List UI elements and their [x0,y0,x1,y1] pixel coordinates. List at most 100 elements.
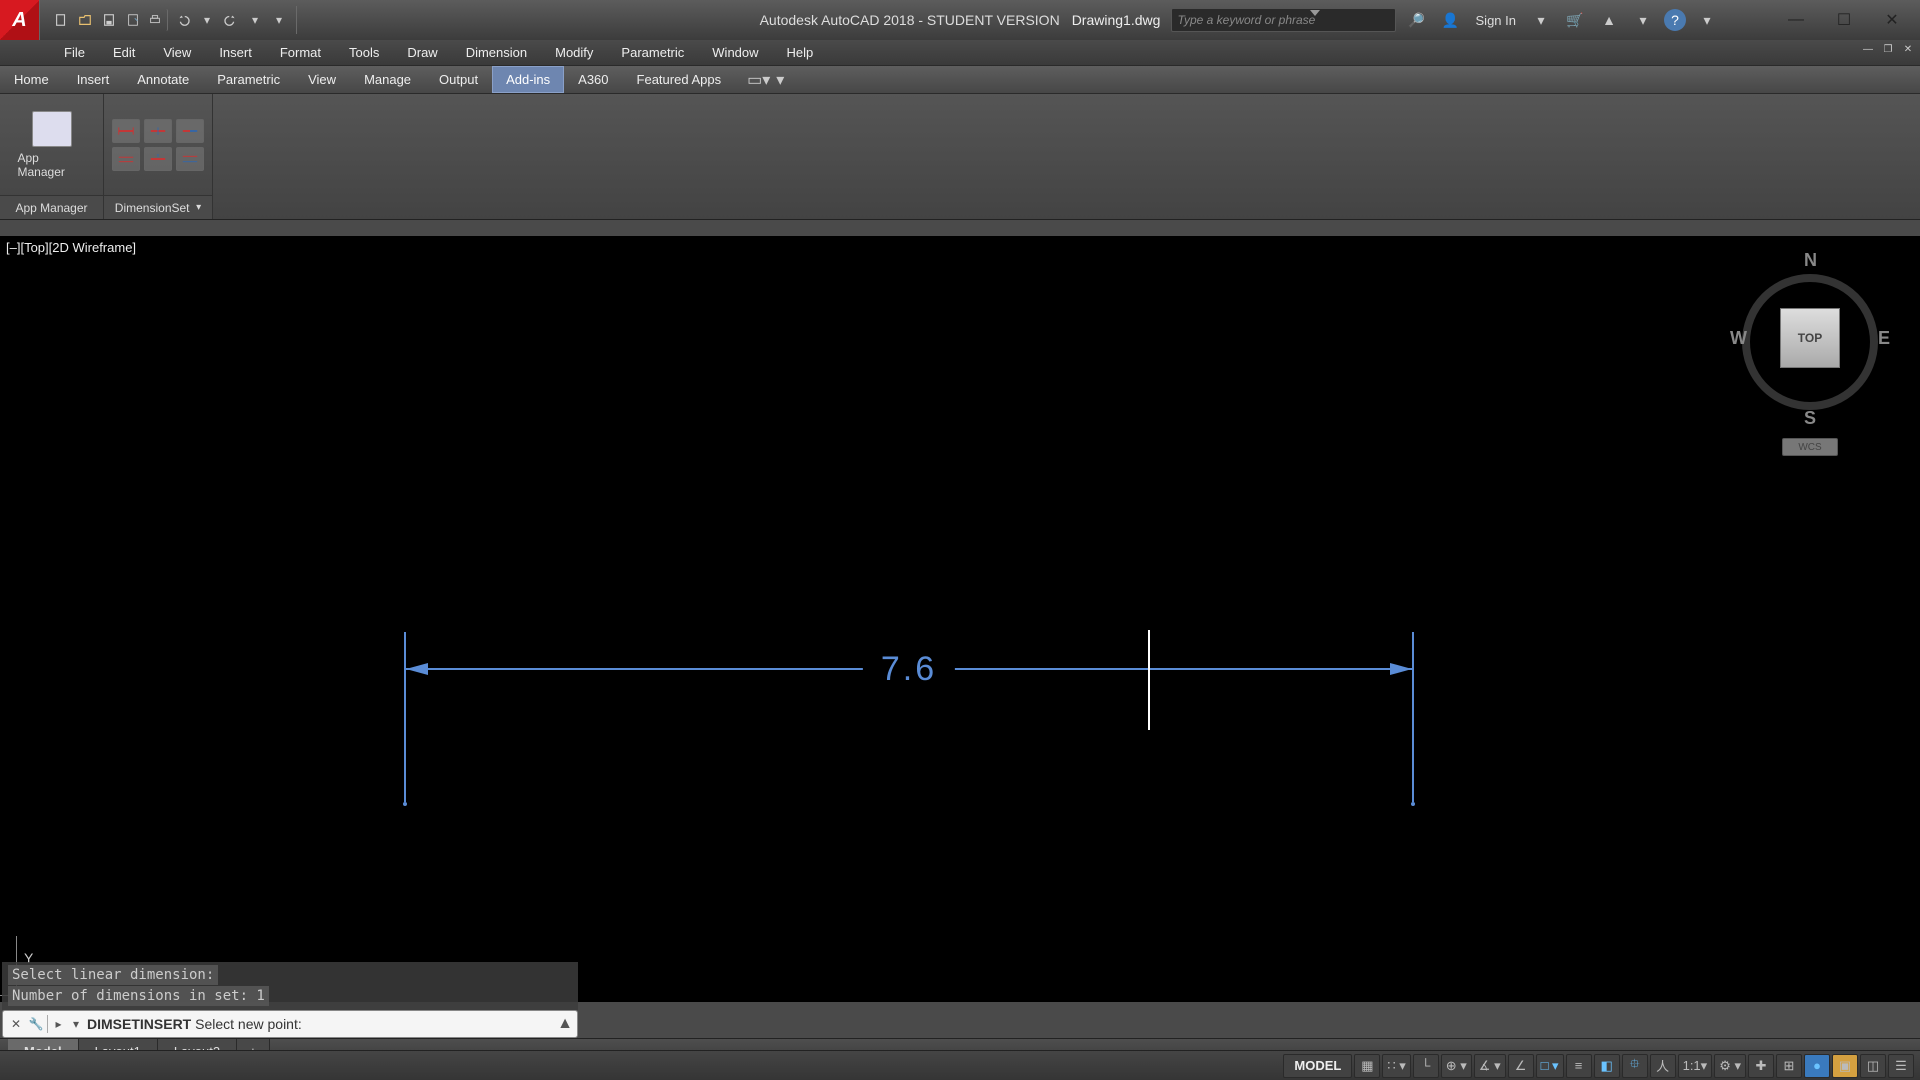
qat-saveas-icon[interactable] [122,9,144,31]
signin-dropdown[interactable]: ▾ [1528,8,1554,32]
dimset-btn-2[interactable] [144,119,172,143]
drawing-viewport[interactable]: [–][Top][2D Wireframe] 7.6 Y TOP N S W E… [0,236,1920,1002]
qat-customize-dropdown[interactable]: ▾ [268,9,290,31]
status-model-button[interactable]: MODEL [1283,1054,1352,1078]
help-dropdown[interactable]: ▾ [1694,8,1720,32]
app-manager-icon [32,111,72,147]
dimset-btn-5[interactable]: x [144,147,172,171]
dimset-btn-4[interactable] [112,147,140,171]
app-store-icon[interactable]: ▲ [1596,8,1622,32]
status-clean-screen-icon[interactable]: ☰ [1888,1054,1914,1078]
status-units-icon[interactable]: ⊞ [1776,1054,1802,1078]
app-store-dropdown[interactable]: ▾ [1630,8,1656,32]
cmd-chevron-icon[interactable]: ▾ [67,1015,85,1033]
menu-insert[interactable]: Insert [205,40,266,65]
app-logo[interactable]: A [0,0,40,40]
qat-save-icon[interactable] [98,9,120,31]
status-anno-scale[interactable]: 1:1 ▾ [1678,1054,1713,1078]
menu-modify[interactable]: Modify [541,40,607,65]
cmd-close-icon[interactable]: ✕ [7,1015,25,1033]
exchange-icon[interactable]: 🛒 [1562,8,1588,32]
viewcube[interactable]: TOP N S W E WCS [1730,248,1890,448]
status-isolate-icon[interactable]: ◫ [1860,1054,1886,1078]
dim-defpoint-right [1411,802,1415,806]
doc-close-icon[interactable]: ✕ [1900,42,1916,56]
viewport-label[interactable]: [–][Top][2D Wireframe] [6,240,136,255]
status-transparency-icon[interactable]: ◧ [1594,1054,1620,1078]
status-lineweight-icon[interactable]: ≡ [1566,1054,1592,1078]
dimset-btn-3[interactable] [176,119,204,143]
menu-draw[interactable]: Draw [393,40,451,65]
dimset-btn-6[interactable] [176,147,204,171]
tab-options-dropdown[interactable]: ▾ [776,70,784,90]
menu-parametric[interactable]: Parametric [607,40,698,65]
help-icon[interactable]: ? [1664,9,1686,31]
menu-edit[interactable]: Edit [99,40,149,65]
tab-parametric[interactable]: Parametric [203,66,294,93]
tab-addins[interactable]: Add-ins [492,66,564,93]
status-annotation-icon[interactable]: 人 [1650,1054,1676,1078]
user-icon[interactable]: 👤 [1438,8,1464,32]
tab-annotate[interactable]: Annotate [123,66,203,93]
viewcube-east[interactable]: E [1878,328,1890,349]
tab-insert[interactable]: Insert [63,66,124,93]
qat-redo-dropdown[interactable]: ▾ [244,9,266,31]
help-search-input[interactable]: Type a keyword or phrase [1171,8,1396,32]
menu-tools[interactable]: Tools [335,40,393,65]
qat-new-icon[interactable] [50,9,72,31]
cmd-recent-icon[interactable]: ▸ [47,1015,65,1033]
document-title: Drawing1.dwg [1072,12,1161,28]
status-quick-properties-icon[interactable]: ● [1804,1054,1830,1078]
cmd-expand-icon[interactable]: ▲ [557,1015,573,1033]
status-snap-icon[interactable]: ∷ ▾ [1382,1054,1410,1078]
status-workspace-icon[interactable]: ✚ [1748,1054,1774,1078]
viewcube-wcs[interactable]: WCS [1782,438,1838,456]
qat-undo-dropdown[interactable]: ▾ [196,9,218,31]
qat-print-icon[interactable] [146,9,168,31]
panel-expand-icon[interactable]: ▾ [196,202,201,213]
menu-window[interactable]: Window [698,40,772,65]
search-go-icon[interactable]: 🔎 [1404,8,1430,32]
menu-help[interactable]: Help [773,40,828,65]
signin-button[interactable]: Sign In [1472,13,1520,28]
status-ortho-icon[interactable]: └ [1413,1054,1439,1078]
command-input[interactable]: ✕ 🔧 ▸ ▾ DIMSETINSERT Select new point: ▲ [2,1010,578,1038]
status-osnap-icon[interactable]: □ ▾ [1536,1054,1564,1078]
tab-manage[interactable]: Manage [350,66,425,93]
tab-visibility-icon[interactable]: ▭▾ [747,70,770,90]
doc-minimize-icon[interactable]: — [1860,42,1876,56]
minimize-button[interactable]: — [1776,5,1816,35]
dimset-btn-1[interactable] [112,119,140,143]
menu-view[interactable]: View [149,40,205,65]
menu-file[interactable]: File [50,40,99,65]
qat-redo-icon[interactable] [220,9,242,31]
menu-format[interactable]: Format [266,40,335,65]
status-polar-icon[interactable]: ⊕ ▾ [1441,1054,1472,1078]
viewcube-face-top[interactable]: TOP [1780,308,1840,368]
tab-featured-apps[interactable]: Featured Apps [623,66,736,93]
qat-open-icon[interactable] [74,9,96,31]
viewcube-south[interactable]: S [1804,408,1816,429]
status-otrack-icon[interactable]: ∠ [1508,1054,1534,1078]
status-selection-cycling-icon[interactable]: ⯐ [1622,1054,1648,1078]
status-hardware-accel-icon[interactable]: ▣ [1832,1054,1858,1078]
title-dropdown-icon[interactable] [1310,10,1320,16]
tab-output[interactable]: Output [425,66,492,93]
status-grid-icon[interactable]: ▦ [1354,1054,1380,1078]
cmd-customize-icon[interactable]: 🔧 [27,1015,45,1033]
menu-dimension[interactable]: Dimension [452,40,541,65]
status-gear-icon[interactable]: ⚙ ▾ [1714,1054,1746,1078]
dim-text[interactable]: 7.6 [863,650,955,689]
tab-home[interactable]: Home [0,66,63,93]
maximize-button[interactable]: ☐ [1824,5,1864,35]
status-isodraft-icon[interactable]: ∡ ▾ [1474,1054,1506,1078]
viewcube-west[interactable]: W [1730,328,1747,349]
linear-dimension[interactable]: 7.6 [404,632,1414,802]
doc-restore-icon[interactable]: ❐ [1880,42,1896,56]
qat-undo-icon[interactable] [172,9,194,31]
tab-a360[interactable]: A360 [564,66,622,93]
close-button[interactable]: ✕ [1872,5,1912,35]
app-manager-button[interactable]: App Manager [16,105,88,185]
tab-view[interactable]: View [294,66,350,93]
viewcube-north[interactable]: N [1804,250,1817,271]
